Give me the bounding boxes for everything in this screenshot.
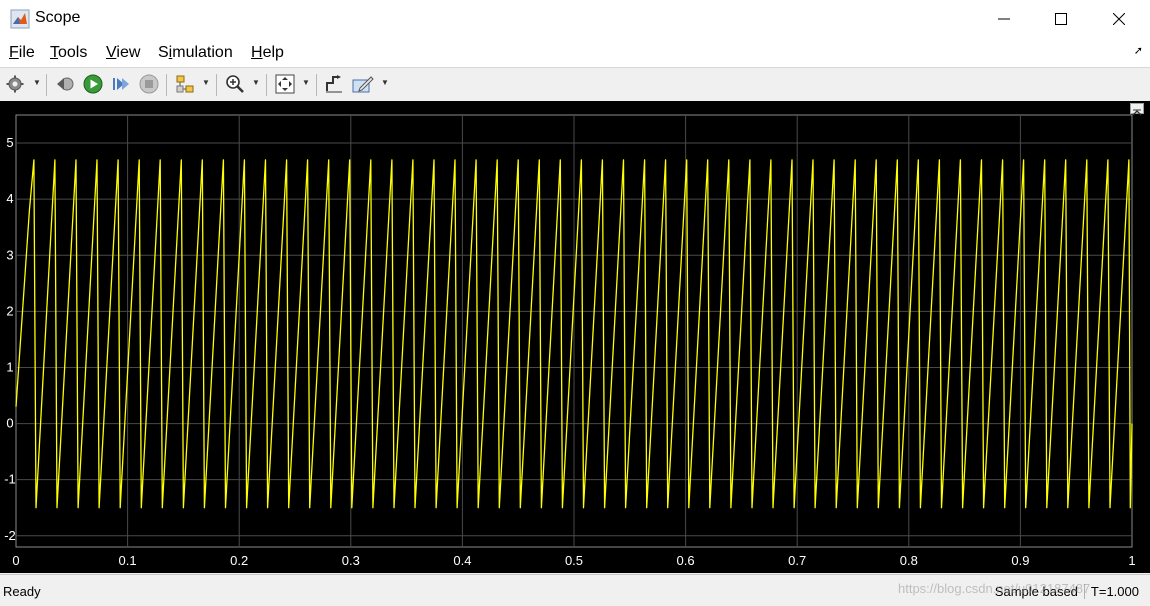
window-title: Scope xyxy=(35,9,81,26)
x-tick-label: 0 xyxy=(12,553,19,568)
step-forward-icon xyxy=(113,78,129,90)
run-button[interactable] xyxy=(82,73,104,95)
x-tick-label: 0.3 xyxy=(342,553,360,568)
highlight-dropdown-icon[interactable]: ▼ xyxy=(202,77,210,89)
toolbar-separator xyxy=(46,74,47,96)
menu-bar: File Tools View Simulation Help xyxy=(0,38,1150,67)
status-ready: Ready xyxy=(3,584,41,599)
cursor-measurements-button[interactable] xyxy=(323,73,345,95)
undock-button[interactable] xyxy=(1130,103,1144,116)
y-tick-label: 4 xyxy=(6,191,13,206)
menu-help[interactable]: Help xyxy=(251,44,284,62)
signal-statistics-icon xyxy=(352,76,374,93)
status-mode: Sample based xyxy=(994,584,1078,599)
menu-file[interactable]: File xyxy=(9,44,35,62)
y-tick-label: -2 xyxy=(4,528,16,543)
x-tick-label: 0.4 xyxy=(453,553,471,568)
scope-plot[interactable]: 0 0.1 0.2 0.3 0.4 0.5 0.6 0.7 0.8 0.9 1 -2 -1 0 1 2 3 4 5 xyxy=(0,101,1150,573)
plot-area: 0 0.1 0.2 0.3 0.4 0.5 0.6 0.7 0.8 0.9 1 -2 -1 0 1 2 3 4 5 xyxy=(0,101,1150,573)
statistics-dropdown-icon[interactable]: ▼ xyxy=(381,77,389,89)
menu-simulation[interactable]: Simulation xyxy=(158,44,233,62)
cursor-measurements-icon xyxy=(326,75,342,93)
x-tick-label: 0.7 xyxy=(788,553,806,568)
status-time: T=1.000 xyxy=(1090,584,1139,599)
status-separator xyxy=(1083,584,1085,599)
x-tick-label: 0.2 xyxy=(230,553,248,568)
title-bar: Scope xyxy=(0,0,1150,38)
minimize-button[interactable] xyxy=(975,0,1033,38)
x-tick-label: 0.5 xyxy=(565,553,583,568)
zoom-in-button[interactable] xyxy=(224,73,246,95)
highlight-block-button[interactable] xyxy=(174,73,196,95)
settings-icon xyxy=(6,75,24,93)
menu-view[interactable]: View xyxy=(106,44,140,62)
status-right: Sample based T=1.000 xyxy=(995,584,1139,599)
y-tick-label: -1 xyxy=(4,472,16,487)
highlight-block-icon xyxy=(176,75,194,93)
menu-tools[interactable]: Tools xyxy=(50,44,87,62)
close-icon xyxy=(1113,13,1125,25)
stop-icon xyxy=(139,74,159,94)
x-tick-label: 0.1 xyxy=(119,553,137,568)
toolbar-separator xyxy=(166,74,167,96)
fit-view-button[interactable] xyxy=(274,73,296,95)
y-tick-label: 1 xyxy=(6,359,13,374)
y-tick-label: 5 xyxy=(6,135,13,150)
y-tick-label: 3 xyxy=(6,247,13,262)
maximize-icon xyxy=(1055,13,1067,25)
matlab-icon xyxy=(10,9,30,29)
toolbar-separator xyxy=(316,74,317,96)
step-back-icon xyxy=(57,77,74,91)
x-tick-label: 0.8 xyxy=(900,553,918,568)
toolbar-separator xyxy=(216,74,217,96)
x-tick-label: 0.6 xyxy=(677,553,695,568)
settings-dropdown-icon[interactable]: ▼ xyxy=(33,77,41,89)
close-button[interactable] xyxy=(1090,0,1148,38)
signal-statistics-button[interactable] xyxy=(352,73,374,95)
toolbar-separator xyxy=(266,74,267,96)
undock-icon xyxy=(1132,109,1142,116)
y-tick-label: 2 xyxy=(6,303,13,318)
zoom-in-icon xyxy=(226,75,244,93)
step-back-button[interactable] xyxy=(54,73,76,95)
step-forward-button[interactable] xyxy=(110,73,132,95)
dock-arrow-icon[interactable]: ➚ xyxy=(1134,44,1143,57)
x-tick-label: 1 xyxy=(1128,553,1135,568)
status-bar: Ready Sample based T=1.000 xyxy=(0,574,1150,606)
fit-view-dropdown-icon[interactable]: ▼ xyxy=(302,77,310,89)
stop-button[interactable] xyxy=(138,73,160,95)
zoom-dropdown-icon[interactable]: ▼ xyxy=(252,77,260,89)
settings-button[interactable] xyxy=(4,73,26,95)
x-tick-label: 0.9 xyxy=(1011,553,1029,568)
fit-view-icon xyxy=(275,74,295,94)
maximize-button[interactable] xyxy=(1032,0,1090,38)
y-tick-label: 0 xyxy=(6,416,13,431)
minimize-icon xyxy=(998,18,1010,20)
run-icon xyxy=(83,74,103,94)
toolbar: ▼ ▼ ▼ ▼ ▼ xyxy=(0,67,1150,102)
